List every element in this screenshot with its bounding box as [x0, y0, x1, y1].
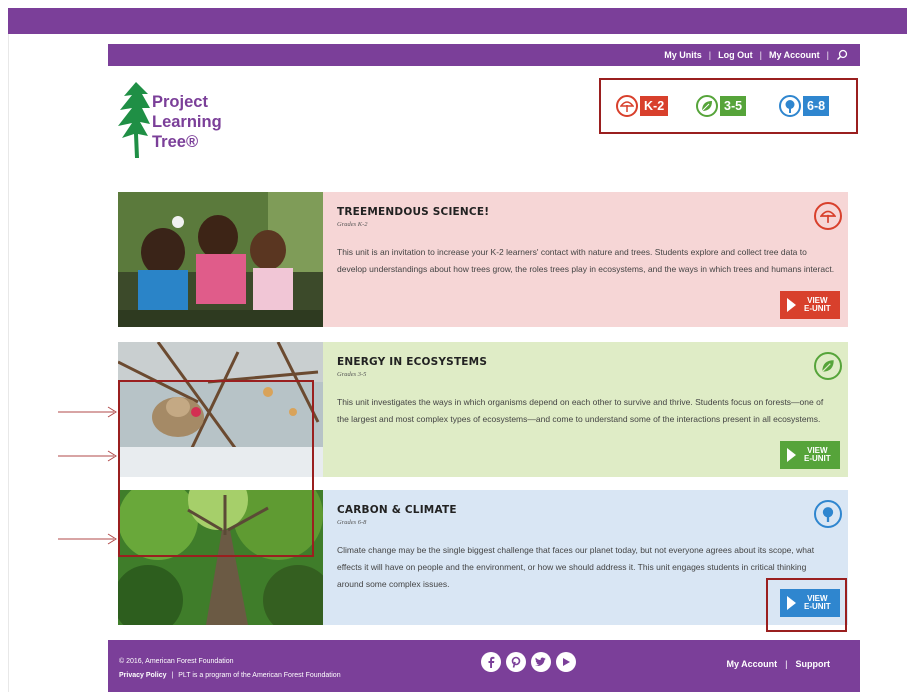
- umbrella-tree-icon: [814, 202, 842, 230]
- youtube-icon[interactable]: [556, 652, 576, 672]
- tree-icon: [814, 500, 842, 528]
- browser-banner: [8, 8, 907, 34]
- grade-k2-button[interactable]: K-2: [616, 95, 669, 117]
- top-nav: My Units | Log Out | My Account |: [108, 44, 860, 66]
- copyright-text: © 2016, American Forest Foundation: [119, 658, 234, 665]
- arrow-right-icon: [58, 533, 117, 545]
- search-icon[interactable]: [836, 49, 848, 61]
- e-unit-label: E-UNIT: [804, 454, 831, 463]
- site-footer: © 2016, American Forest Foundation Priva…: [108, 640, 860, 692]
- facebook-icon[interactable]: [481, 652, 501, 672]
- unit-grades: Grades 3-5: [337, 371, 367, 378]
- play-icon: [787, 298, 796, 312]
- tree-icon: [779, 95, 801, 117]
- log-out-link[interactable]: Log Out: [718, 50, 753, 60]
- unit-body: ENERGY IN ECOSYSTEMS Grades 3-5 This uni…: [323, 342, 848, 477]
- button-highlight-box: [766, 578, 847, 632]
- my-account-link[interactable]: My Account: [769, 50, 820, 60]
- logo-line-1: Project: [152, 93, 208, 111]
- footer-my-account-link[interactable]: My Account: [726, 659, 777, 669]
- pinterest-icon[interactable]: [506, 652, 526, 672]
- tree-logo-icon: [118, 82, 150, 158]
- grade-68-button[interactable]: 6-8: [779, 95, 830, 117]
- view-e-unit-button[interactable]: VIEW E-UNIT: [780, 441, 840, 469]
- leaf-icon: [696, 95, 718, 117]
- unit-description: This unit is an invitation to increase y…: [337, 247, 835, 274]
- unit-grades: Grades 6-8: [337, 519, 367, 526]
- unit-title[interactable]: CARBON & CLIMATE: [337, 504, 457, 516]
- children-photo: [118, 192, 323, 327]
- logo-line-3: Tree®: [152, 133, 199, 151]
- plt-logo[interactable]: Project Learning Tree®: [118, 80, 258, 160]
- frame-edge: [8, 34, 9, 692]
- nav-separator: |: [708, 50, 712, 60]
- unit-card-treemendous: TREEMENDOUS SCIENCE! Grades K-2 This uni…: [118, 192, 848, 327]
- footer-separator: |: [171, 672, 174, 679]
- play-icon: [787, 448, 796, 462]
- privacy-policy-link[interactable]: Privacy Policy: [119, 672, 166, 679]
- grade-35-button[interactable]: 3-5: [696, 95, 747, 117]
- unit-body: TREEMENDOUS SCIENCE! Grades K-2 This uni…: [323, 192, 848, 327]
- nav-separator: |: [759, 50, 762, 60]
- footer-separator: |: [785, 659, 788, 669]
- twitter-icon[interactable]: [531, 652, 551, 672]
- unit-title[interactable]: ENERGY IN ECOSYSTEMS: [337, 356, 487, 368]
- unit-description: This unit investigates the ways in which…: [337, 397, 824, 424]
- footer-support-link[interactable]: Support: [796, 659, 831, 669]
- program-text: PLT is a program of the American Forest …: [178, 672, 341, 679]
- grade-k2-label: K-2: [640, 96, 669, 116]
- unit-description: Climate change may be the single biggest…: [337, 545, 815, 589]
- leaf-icon: [814, 352, 842, 380]
- arrow-right-icon: [58, 406, 117, 418]
- arrow-right-icon: [58, 450, 117, 462]
- logo-line-2: Learning: [152, 113, 222, 131]
- grade-35-label: 3-5: [720, 96, 747, 116]
- unit-title[interactable]: TREEMENDOUS SCIENCE!: [337, 206, 489, 218]
- photo-highlight-box: [118, 380, 314, 557]
- my-units-link[interactable]: My Units: [664, 50, 702, 60]
- nav-separator: |: [826, 50, 829, 60]
- umbrella-tree-icon: [616, 95, 638, 117]
- grade-68-label: 6-8: [803, 96, 830, 116]
- grade-filter-highlight: K-2 3-5 6-8: [599, 78, 858, 134]
- view-e-unit-button[interactable]: VIEW E-UNIT: [780, 291, 840, 319]
- unit-grades: Grades K-2: [337, 221, 368, 228]
- e-unit-label: E-UNIT: [804, 304, 831, 313]
